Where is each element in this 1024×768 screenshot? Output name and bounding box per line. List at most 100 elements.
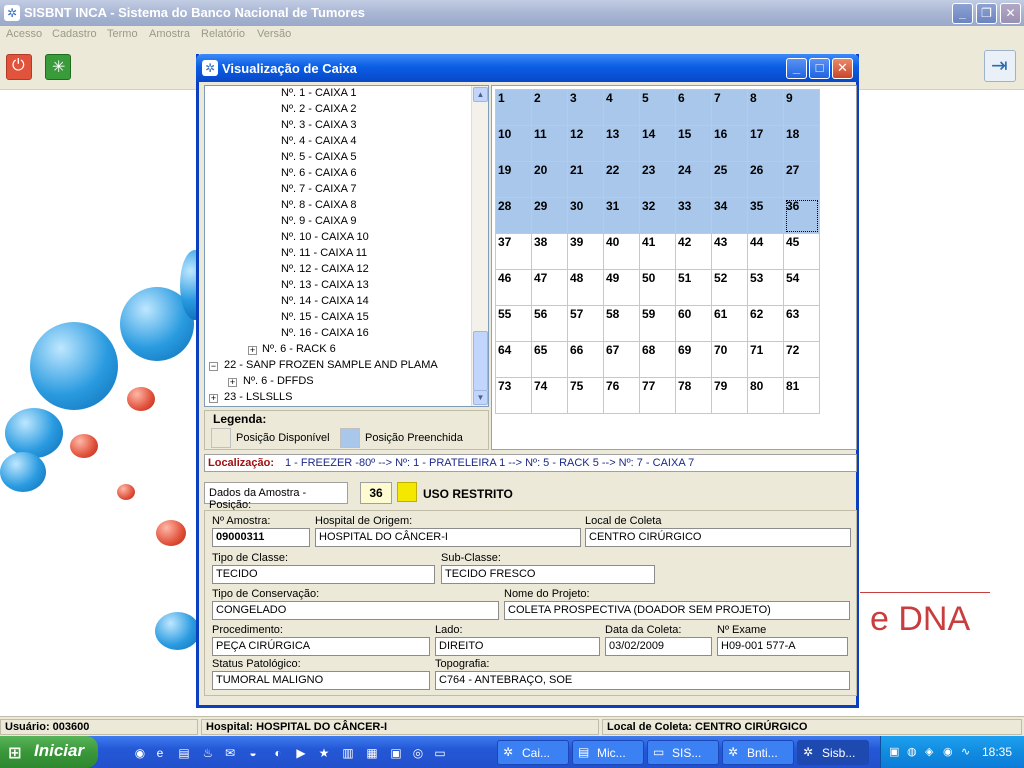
grid-cell-65[interactable]: 65 — [532, 342, 568, 378]
grid-cell-76[interactable]: 76 — [604, 378, 640, 414]
quicklaunch-icon[interactable]: ♨ — [200, 745, 216, 761]
grid-cell-19[interactable]: 19 — [496, 162, 532, 198]
tray-icon[interactable]: ◍ — [907, 745, 917, 758]
tipo-classe-field[interactable]: TECIDO — [212, 565, 435, 584]
grid-cell-79[interactable]: 79 — [712, 378, 748, 414]
grid-cell-59[interactable]: 59 — [640, 306, 676, 342]
grid-cell-66[interactable]: 66 — [568, 342, 604, 378]
grid-cell-11[interactable]: 11 — [532, 126, 568, 162]
scroll-down-icon[interactable]: ▼ — [473, 390, 488, 405]
dialog-close-button[interactable]: ✕ — [832, 58, 853, 79]
grid-cell-9[interactable]: 9 — [784, 90, 820, 126]
grid-cell-25[interactable]: 25 — [712, 162, 748, 198]
tree-scrollbar[interactable]: ▲ ▼ — [471, 86, 488, 406]
tree-item[interactable]: Nº. 14 - CAIXA 14 — [281, 295, 369, 307]
tree-item[interactable]: Nº. 3 - CAIXA 3 — [281, 119, 357, 131]
procedimento-field[interactable]: PEÇA CIRÚRGICA — [212, 637, 430, 656]
grid-cell-60[interactable]: 60 — [676, 306, 712, 342]
scroll-thumb[interactable] — [473, 331, 488, 391]
dialog-maximize-button[interactable]: □ — [809, 58, 830, 79]
menu-relatorio[interactable]: Relatório — [201, 28, 245, 40]
close-button[interactable]: ✕ — [1000, 3, 1021, 24]
grid-cell-23[interactable]: 23 — [640, 162, 676, 198]
grid-cell-12[interactable]: 12 — [568, 126, 604, 162]
grid-cell-55[interactable]: 55 — [496, 306, 532, 342]
restore-button[interactable]: ❐ — [976, 3, 997, 24]
tree-item[interactable]: Nº. 2 - CAIXA 2 — [281, 103, 357, 115]
grid-cell-42[interactable]: 42 — [676, 234, 712, 270]
grid-cell-47[interactable]: 47 — [532, 270, 568, 306]
grid-cell-71[interactable]: 71 — [748, 342, 784, 378]
n-exame-field[interactable]: H09-001 577-A — [717, 637, 848, 656]
grid-cell-1[interactable]: 1 — [496, 90, 532, 126]
quicklaunch-icon[interactable]: ✉ — [222, 745, 238, 761]
grid-cell-7[interactable]: 7 — [712, 90, 748, 126]
grid-cell-6[interactable]: 6 — [676, 90, 712, 126]
grid-cell-21[interactable]: 21 — [568, 162, 604, 198]
scroll-up-icon[interactable]: ▲ — [473, 87, 488, 102]
quicklaunch-icon[interactable]: ▦ — [364, 745, 380, 761]
grid-cell-45[interactable]: 45 — [784, 234, 820, 270]
tree-expander[interactable]: + — [248, 346, 257, 355]
grid-cell-13[interactable]: 13 — [604, 126, 640, 162]
grid-cell-73[interactable]: 73 — [496, 378, 532, 414]
tree-item[interactable]: Nº. 11 - CAIXA 11 — [281, 247, 367, 259]
grid-cell-43[interactable]: 43 — [712, 234, 748, 270]
grid-cell-51[interactable]: 51 — [676, 270, 712, 306]
grid-cell-31[interactable]: 31 — [604, 198, 640, 234]
grid-cell-35[interactable]: 35 — [748, 198, 784, 234]
grid-cell-32[interactable]: 32 — [640, 198, 676, 234]
grid-cell-26[interactable]: 26 — [748, 162, 784, 198]
tree-item[interactable]: Nº. 4 - CAIXA 4 — [281, 135, 357, 147]
tray-icon[interactable]: ◉ — [943, 745, 953, 758]
grid-cell-34[interactable]: 34 — [712, 198, 748, 234]
grid-cell-16[interactable]: 16 — [712, 126, 748, 162]
refresh-icon[interactable] — [45, 54, 71, 80]
tree-item[interactable]: Nº. 13 - CAIXA 13 — [281, 279, 369, 291]
grid-cell-4[interactable]: 4 — [604, 90, 640, 126]
grid-cell-64[interactable]: 64 — [496, 342, 532, 378]
grid-cell-70[interactable]: 70 — [712, 342, 748, 378]
folder-icon[interactable]: ▭ — [432, 745, 448, 761]
grid-cell-46[interactable]: 46 — [496, 270, 532, 306]
grid-cell-68[interactable]: 68 — [640, 342, 676, 378]
grid-cell-48[interactable]: 48 — [568, 270, 604, 306]
tree-item[interactable]: Nº. 5 - CAIXA 5 — [281, 151, 357, 163]
grid-cell-38[interactable]: 38 — [532, 234, 568, 270]
tree-item[interactable]: Nº. 7 - CAIXA 7 — [281, 183, 357, 195]
grid-cell-24[interactable]: 24 — [676, 162, 712, 198]
quicklaunch-icon[interactable]: ▥ — [340, 745, 356, 761]
grid-cell-78[interactable]: 78 — [676, 378, 712, 414]
grid-cell-81[interactable]: 81 — [784, 378, 820, 414]
grid-cell-22[interactable]: 22 — [604, 162, 640, 198]
grid-cell-61[interactable]: 61 — [712, 306, 748, 342]
grid-cell-15[interactable]: 15 — [676, 126, 712, 162]
tree-item[interactable]: Nº. 9 - CAIXA 9 — [281, 215, 357, 227]
tipo-conservacao-field[interactable]: CONGELADO — [212, 601, 499, 620]
grid-cell-5[interactable]: 5 — [640, 90, 676, 126]
tree-item[interactable]: Nº. 15 - CAIXA 15 — [281, 311, 369, 323]
grid-cell-17[interactable]: 17 — [748, 126, 784, 162]
grid-cell-72[interactable]: 72 — [784, 342, 820, 378]
menu-acesso[interactable]: Acesso — [6, 28, 42, 40]
power-icon[interactable] — [6, 54, 32, 80]
grid-cell-62[interactable]: 62 — [748, 306, 784, 342]
grid-cell-74[interactable]: 74 — [532, 378, 568, 414]
grid-cell-3[interactable]: 3 — [568, 90, 604, 126]
tree-expander[interactable]: − — [209, 362, 218, 371]
grid-cell-39[interactable]: 39 — [568, 234, 604, 270]
tree-expander[interactable]: + — [228, 378, 237, 387]
browser-icon[interactable]: e — [152, 745, 168, 761]
grid-cell-2[interactable]: 2 — [532, 90, 568, 126]
grid-cell-44[interactable]: 44 — [748, 234, 784, 270]
quicklaunch-icon[interactable]: ◎ — [410, 745, 426, 761]
storage-tree[interactable]: Nº. 1 - CAIXA 1 Nº. 2 - CAIXA 2 Nº. 3 - … — [204, 85, 489, 407]
network-icon[interactable]: ▣ — [889, 745, 899, 758]
tree-item[interactable]: Nº. 12 - CAIXA 12 — [281, 263, 369, 275]
grid-cell-29[interactable]: 29 — [532, 198, 568, 234]
tree-item[interactable]: Nº. 10 - CAIXA 10 — [281, 231, 369, 243]
play-icon[interactable]: ▶ — [293, 745, 309, 761]
taskbar-item[interactable]: ✲ Cai... — [497, 740, 569, 765]
grid-cell-52[interactable]: 52 — [712, 270, 748, 306]
tray-icon[interactable]: ◈ — [925, 745, 933, 758]
